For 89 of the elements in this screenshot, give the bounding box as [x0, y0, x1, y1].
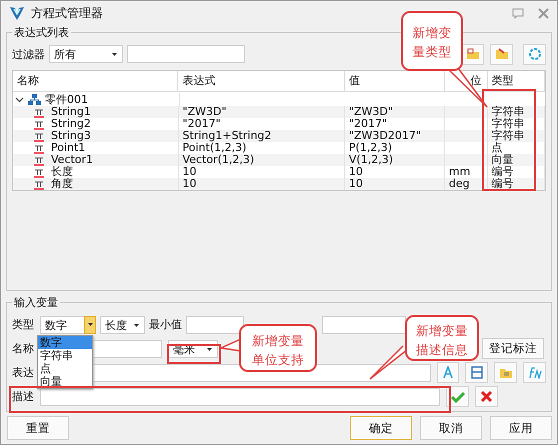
filter-label: 过滤器	[12, 46, 45, 62]
table-cell: "ZW3D"	[344, 106, 445, 118]
group-title: 表达式列表	[13, 25, 70, 40]
table-cell: 向量	[488, 154, 545, 166]
column-header[interactable]: 名称	[17, 74, 39, 87]
part-name[interactable]: 零件001	[45, 94, 88, 106]
column-header[interactable]: 类型	[492, 74, 514, 87]
max-field[interactable]	[322, 316, 406, 334]
column-header[interactable]: 位	[470, 74, 482, 87]
folder-icon	[498, 366, 513, 378]
dropdown-option[interactable]: 字符串	[38, 349, 92, 362]
description-field[interactable]	[40, 388, 440, 406]
folder-icon	[466, 48, 480, 60]
column-header[interactable]: 值	[348, 74, 360, 87]
table-cell: 10	[178, 178, 345, 190]
save-button[interactable]	[465, 362, 488, 383]
pi-icon	[33, 106, 45, 118]
pi-icon	[33, 130, 45, 142]
table-cell: String1+String2	[178, 130, 345, 142]
comment-icon[interactable]	[512, 8, 524, 18]
callout: 新增变量单位支持	[239, 324, 317, 372]
callout: 新增变量类型	[401, 11, 463, 71]
refresh-button[interactable]	[523, 44, 546, 64]
register-button[interactable]: 登记标注	[482, 338, 544, 359]
variable-name[interactable]: String3	[51, 130, 91, 142]
table-cell: deg	[448, 178, 470, 190]
close-icon[interactable]	[538, 8, 549, 18]
caret-icon	[207, 348, 212, 350]
description-label: 描述	[12, 389, 35, 404]
filter-dropdown[interactable]: 所有	[49, 45, 123, 63]
variable-name[interactable]: Point1	[51, 142, 86, 154]
folder-icon	[494, 48, 508, 60]
highlight-frame	[167, 344, 221, 364]
dropdown-option[interactable]: 点	[38, 362, 92, 375]
confirm-button[interactable]	[446, 386, 469, 407]
pi-icon	[33, 154, 45, 166]
filter-field[interactable]	[127, 45, 245, 63]
min-field[interactable]	[186, 316, 244, 334]
variable-name[interactable]: 角度	[51, 178, 73, 190]
pi-icon	[33, 142, 45, 154]
type-dropdown[interactable]: 数字	[40, 316, 96, 334]
variable-name[interactable]: Vector1	[51, 154, 94, 166]
table-cell: 字符串	[488, 130, 545, 142]
caret-icon	[88, 323, 92, 326]
export-button[interactable]	[490, 44, 513, 64]
pi-icon	[33, 178, 45, 190]
caret-icon	[134, 324, 139, 326]
name-label: 名称	[12, 341, 35, 356]
category-dropdown[interactable]: 长度	[100, 316, 145, 334]
app-logo-icon	[9, 5, 25, 21]
dashed-circle-icon	[528, 47, 542, 61]
table-cell: 10	[344, 178, 445, 190]
dropdown-option[interactable]: 数字	[38, 336, 92, 349]
type-label: 类型	[12, 317, 35, 332]
checkmark-icon	[450, 390, 464, 402]
variable-name[interactable]: String1	[51, 106, 91, 118]
variable-name[interactable]: 长度	[51, 166, 73, 178]
cancel-button[interactable]	[475, 386, 498, 407]
folder-button[interactable]	[494, 362, 518, 383]
table-cell: 编号	[488, 178, 545, 190]
dropdown-option[interactable]: 向量	[38, 375, 92, 388]
dialog-button[interactable]: 应用	[490, 416, 552, 440]
save-icon	[470, 366, 483, 379]
dialog-button[interactable]: 重置	[7, 416, 69, 440]
cross-icon	[480, 390, 493, 403]
window-title: 方程式管理器	[31, 4, 103, 22]
table-cell: "ZW3D2017"	[344, 130, 445, 142]
expression-label: 表达	[12, 365, 35, 380]
formula-button[interactable]	[436, 362, 460, 383]
function-button[interactable]	[523, 362, 546, 383]
import-button[interactable]	[461, 44, 484, 64]
caret-icon	[112, 53, 117, 56]
column-header[interactable]: 表达式	[182, 74, 216, 87]
pi-icon	[33, 118, 45, 130]
dialog-button[interactable]: 确定	[350, 416, 412, 440]
dialog-button[interactable]: 取消	[420, 416, 482, 440]
letter-a-icon	[442, 366, 454, 379]
collapse-icon[interactable]	[15, 95, 24, 104]
variable-name[interactable]: String2	[51, 118, 91, 130]
min-label: 最小值	[149, 317, 182, 332]
table-cell: "ZW3D"	[178, 106, 345, 118]
table-cell: V(1,2,3)	[344, 154, 445, 166]
group-title: 输入变量	[13, 295, 59, 310]
table-cell: mm	[448, 166, 470, 178]
assembly-icon	[28, 94, 41, 105]
callout: 新增变量描述信息	[405, 315, 479, 361]
table-cell: Vector(1,2,3)	[178, 154, 345, 166]
pi-icon	[33, 166, 45, 178]
function-icon	[528, 366, 542, 378]
